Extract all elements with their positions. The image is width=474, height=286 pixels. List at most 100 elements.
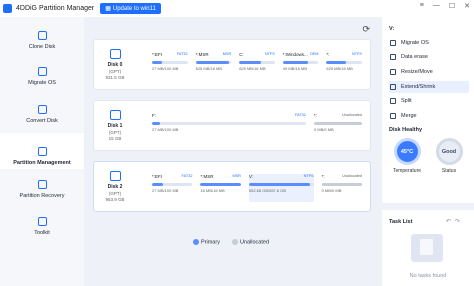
partition-label: *:MSR — [200, 174, 214, 179]
right-panel: V: Migrate OS Data erase Resize/Move Ext… — [382, 17, 474, 286]
disk-name: Disk 2 — [107, 184, 123, 190]
partition-usage-fill — [152, 183, 163, 186]
partition-label: C: — [239, 52, 244, 57]
erase-icon — [390, 54, 396, 60]
action-label: Resize/Move — [401, 69, 433, 75]
partition-usage-fill — [326, 61, 346, 64]
sidebar-item-clone-disk[interactable]: Clone Disk — [0, 19, 84, 53]
partition-usage-fill — [152, 61, 162, 64]
temperature-value: 45°C — [393, 138, 421, 165]
partition[interactable]: *:MSR MSR 16 MB/16 MB — [200, 174, 241, 202]
partition-usage-bar — [195, 61, 232, 64]
partition-size: 27 MB/100 MB — [152, 188, 179, 193]
app-title: 4DDiG Partition Manager — [16, 5, 95, 12]
action-label: Split — [401, 98, 412, 104]
partition-list: F: FAT32 27 MB/100 MB *: Unallocated 0 MB/… — [152, 113, 362, 141]
sidebar-item-partition-recovery[interactable]: Partition Recovery — [0, 168, 84, 202]
disk-size: 15 GB — [108, 136, 122, 141]
disk-card-0[interactable]: Disk 0 (GPT) 931.5 GB *:EFI FAT32 27 MB/1… — [93, 39, 371, 90]
disk-card-1[interactable]: Disk 1 (GPT) 15 GB F: FAT32 27 MB/100 MB … — [93, 100, 371, 151]
disk-type: (GPT) — [108, 69, 122, 74]
legend-primary-label: Primary — [201, 239, 220, 246]
partition-label: V: — [248, 174, 253, 179]
sidebar-item-label: Partition Management — [13, 160, 71, 166]
partition-usage-fill — [248, 183, 311, 186]
partition-fs: OEM — [309, 52, 319, 56]
redo-icon[interactable]: ↷ — [455, 218, 460, 225]
partition-label: *:Windows... — [282, 52, 308, 57]
partition-list: *:EFI FAT32 27 MB/100 MB *:MSR MSR 16 MB/1… — [152, 174, 363, 202]
action-migrate-os[interactable]: Migrate OS — [389, 37, 469, 49]
partition-usage-fill — [282, 61, 308, 64]
partition-size: 552.68 GB/557.6 GB — [248, 188, 287, 193]
unallocated-dot-icon — [231, 239, 238, 245]
sidebar-item-label: Convert Disk — [26, 118, 58, 124]
status-gauge: Good Status — [430, 138, 468, 174]
task-list-title: Task List — [389, 219, 413, 225]
partition[interactable]: *:MSR MSR 625 MB/16 MB — [195, 52, 232, 80]
disk-size: 953.9 GB — [105, 197, 125, 202]
task-actions: ↶ ↷ — [446, 218, 460, 225]
primary-dot-icon — [193, 239, 199, 245]
undo-icon[interactable]: ↶ — [446, 218, 451, 225]
action-label: Migrate OS — [401, 40, 429, 46]
disk-type: (GPT) — [108, 130, 122, 135]
partition-fs: NTFS — [264, 52, 275, 56]
legend-primary: Primary — [193, 239, 220, 245]
action-split[interactable]: Split — [389, 95, 469, 107]
partition-size: 49 MB/16 MB — [282, 66, 308, 71]
partition-size: 0 MB/0 MB — [321, 188, 342, 193]
action-merge[interactable]: Merge — [389, 110, 469, 122]
status-label: Status — [441, 168, 457, 174]
refresh-icon[interactable]: ⟳ — [362, 24, 370, 35]
partition[interactable]: *: Unallocated 0 MB/0 MB — [321, 174, 363, 202]
partition[interactable]: *: Unallocated 0 MB/0 MB — [313, 113, 362, 141]
windows-icon: ▦ — [105, 6, 111, 12]
partition-fs: FAT32 — [181, 174, 193, 178]
disk-info: Disk 0 (GPT) 931.5 GB — [94, 40, 136, 89]
partition-size: 27 MB/100 MB — [152, 66, 179, 71]
menu-icon[interactable]: ≡ — [420, 2, 424, 10]
disk-card-2[interactable]: Disk 2 (GPT) 953.9 GB *:EFI FAT32 27 MB/1… — [93, 161, 371, 212]
partition-label: *: — [313, 113, 317, 118]
partition[interactable]: C: NTFS 625 MB/16 MB — [239, 52, 275, 80]
partition-label: *:EFI — [152, 174, 163, 179]
legend-unallocated: Unallocated — [231, 239, 269, 245]
action-extend-shrink[interactable]: Extend/Shrink — [389, 81, 469, 93]
sidebar-item-partition-management[interactable]: Partition Management — [0, 133, 84, 169]
partition-fs: Unallocated — [341, 174, 363, 178]
partition-usage-bar — [152, 122, 306, 125]
sidebar-item-migrate-os[interactable]: Migrate OS — [0, 55, 84, 89]
maximize-icon[interactable]: ☐ — [449, 2, 455, 10]
partition-usage-fill — [152, 122, 160, 125]
toolkit-icon — [37, 217, 47, 226]
partition[interactable]: *:EFI FAT32 27 MB/100 MB — [152, 174, 193, 202]
recovery-icon — [37, 180, 47, 189]
partition-label: *:MSR — [195, 52, 209, 57]
main-panel: ⟳ Disk 0 (GPT) 931.5 GB *:EFI FAT32 27 MB… — [85, 17, 379, 286]
sidebar-item-toolkit[interactable]: Toolkit — [0, 205, 84, 239]
panel-divider — [382, 203, 474, 210]
partition-usage-fill — [195, 61, 230, 64]
partition-label: *:EFI — [152, 52, 163, 57]
disk-icon — [109, 110, 121, 120]
partition[interactable]: F: FAT32 27 MB/100 MB — [152, 113, 306, 141]
action-label: Extend/Shrink — [401, 84, 436, 90]
update-button[interactable]: ▦ Update to win11 — [100, 3, 161, 14]
partition-size: 625 MB/16 MB — [326, 66, 353, 71]
partition-usage-bar — [248, 183, 314, 186]
partition[interactable]: *:Windows... OEM 49 MB/16 MB — [282, 52, 319, 80]
partition-icon — [37, 147, 47, 156]
action-resize-move[interactable]: Resize/Move — [389, 66, 469, 78]
close-icon[interactable]: ✕ — [464, 2, 470, 10]
partition-selected[interactable]: V: NTFS 552.68 GB/557.6 GB — [248, 174, 314, 202]
sidebar-item-convert-disk[interactable]: Convert Disk — [0, 93, 84, 127]
partition-fs: MSR — [222, 52, 232, 56]
empty-clipboard-icon — [411, 234, 443, 262]
disk-name: Disk 0 — [107, 62, 123, 68]
partition-usage-bar — [321, 183, 363, 186]
minimize-icon[interactable]: — — [433, 2, 440, 10]
partition[interactable]: *:EFI FAT32 27 MB/100 MB — [152, 52, 188, 80]
partition[interactable]: *: NTFS 625 MB/16 MB — [326, 52, 362, 80]
action-data-erase[interactable]: Data erase — [389, 51, 469, 63]
